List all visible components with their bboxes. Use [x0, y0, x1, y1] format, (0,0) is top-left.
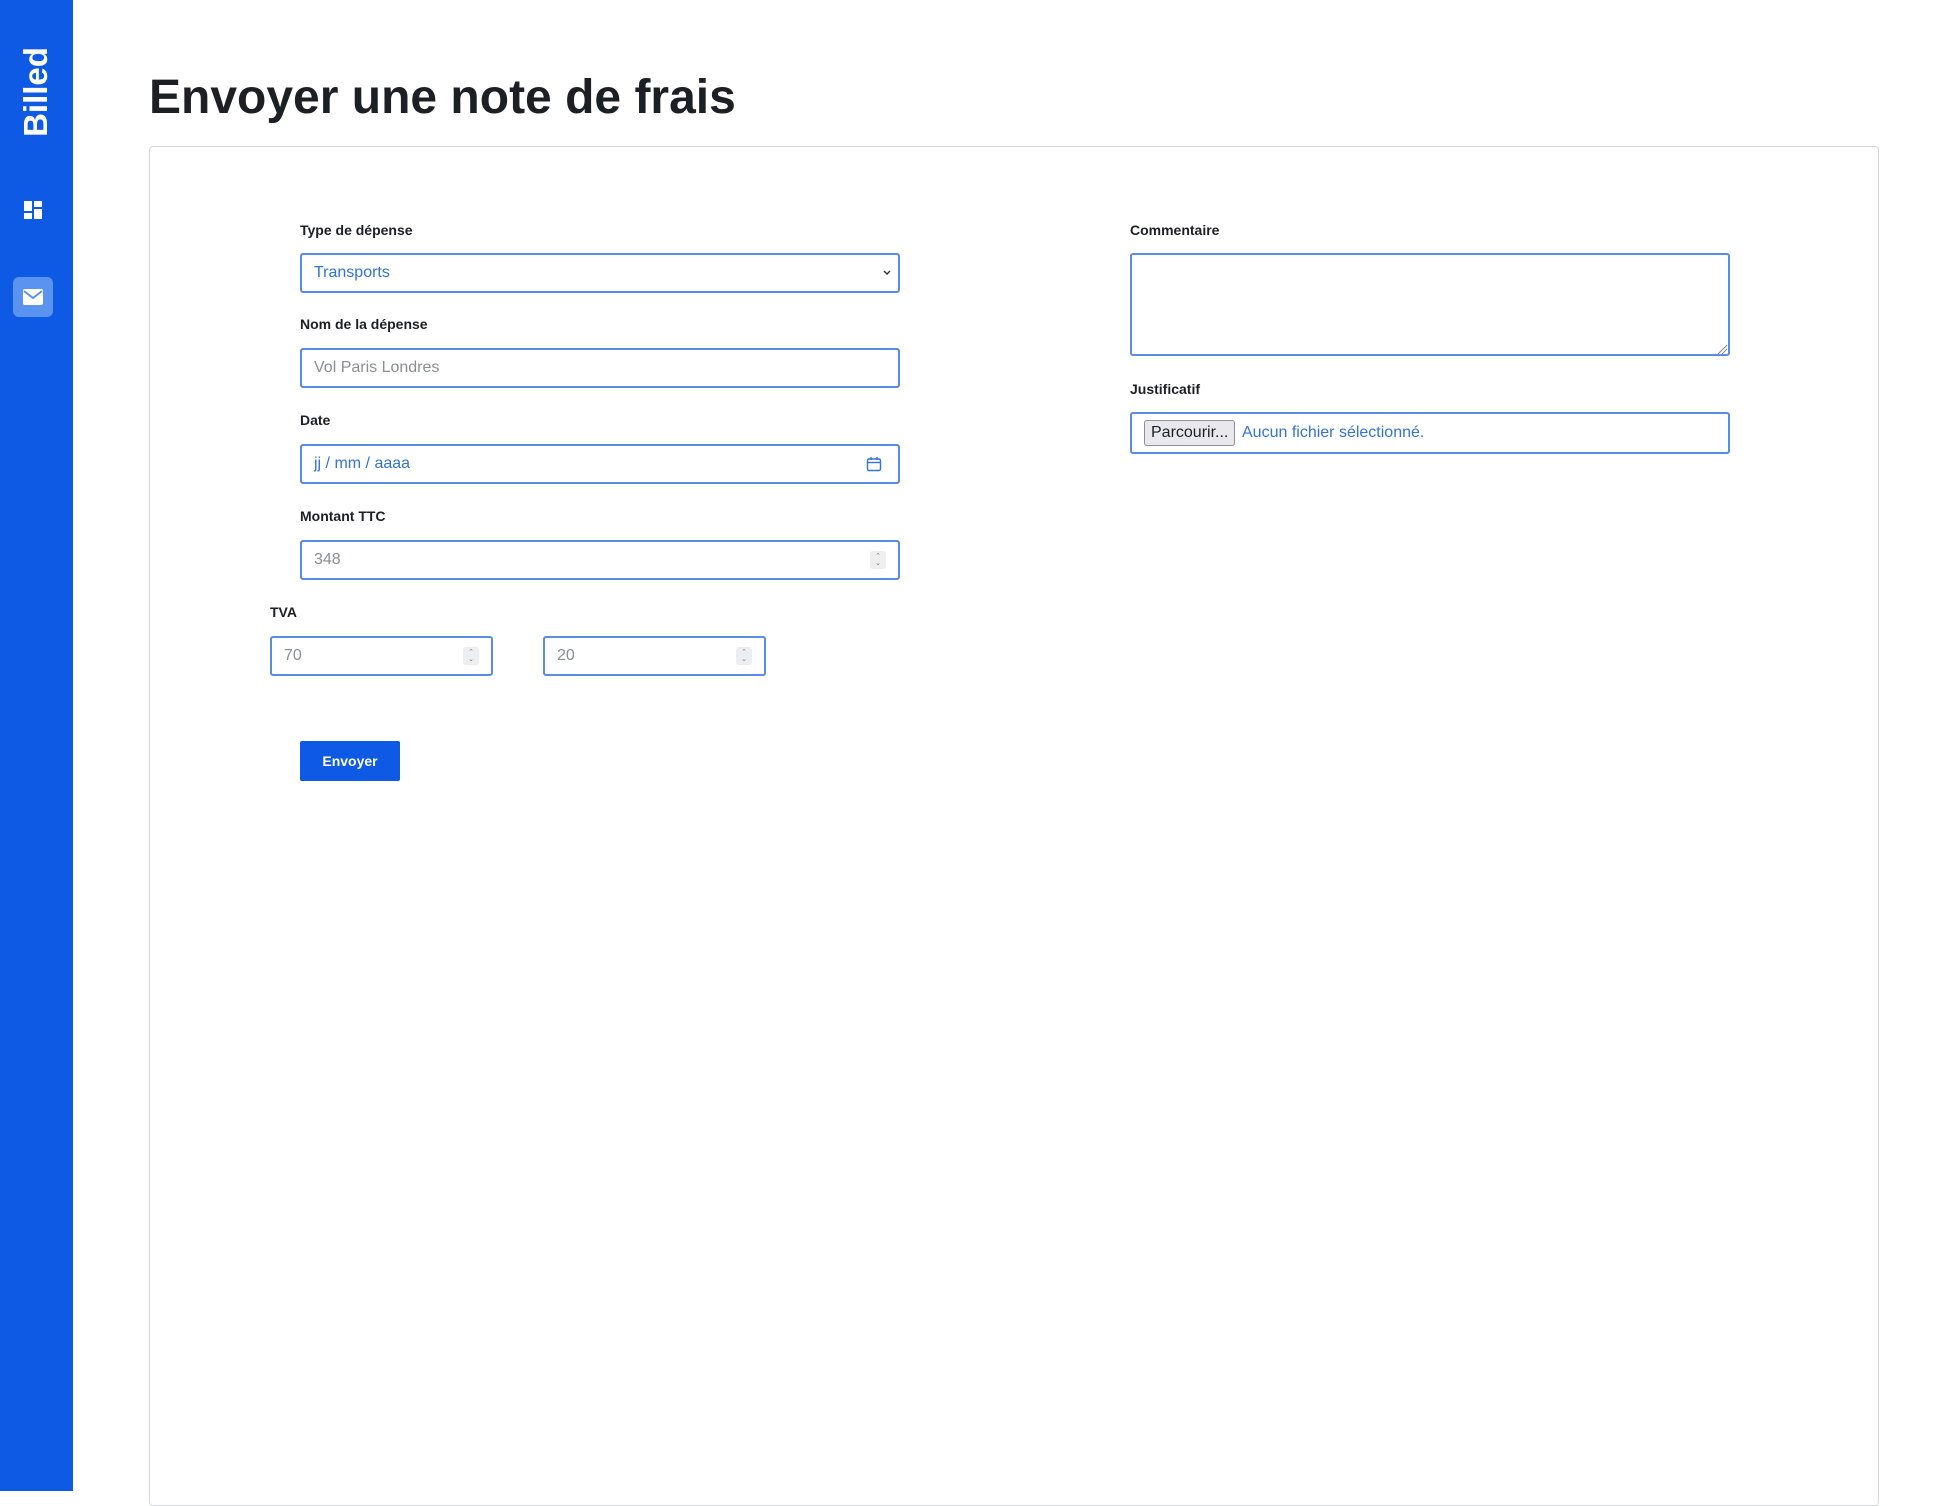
brand-name: Billed	[17, 47, 55, 137]
vat-percent-stepper[interactable]: ⌃ ⌄	[736, 647, 752, 665]
brand-logo: Billed	[13, 47, 59, 137]
vat-label: TVA	[270, 604, 297, 620]
expense-type-select[interactable]: Transports	[300, 253, 900, 293]
chevron-down-icon	[883, 270, 891, 275]
expense-name-input[interactable]: Vol Paris Londres	[300, 348, 900, 388]
date-placeholder: jj / mm / aaaa	[314, 455, 411, 472]
vat-percent-placeholder: 20	[557, 647, 575, 664]
resize-handle-icon[interactable]	[1716, 343, 1728, 355]
amount-stepper[interactable]: ⌃ ⌄	[870, 551, 886, 569]
vat-amount-input[interactable]: 70 ⌃ ⌄	[270, 636, 493, 676]
expense-type-label: Type de dépense	[300, 222, 413, 238]
expense-type-value: Transports	[314, 264, 390, 281]
receipt-file-input[interactable]: Parcourir... Aucun fichier sélectionné.	[1130, 412, 1730, 454]
amount-input[interactable]: 348 ⌃ ⌄	[300, 540, 900, 580]
expense-name-placeholder: Vol Paris Londres	[314, 359, 440, 376]
receipt-label: Justificatif	[1130, 381, 1201, 397]
vat-percent-input[interactable]: 20 ⌃ ⌄	[543, 636, 766, 676]
mail-icon[interactable]	[13, 277, 53, 317]
windows-icon[interactable]	[13, 190, 53, 230]
amount-placeholder: 348	[314, 551, 341, 568]
expense-name-label: Nom de la dépense	[300, 316, 428, 332]
date-input[interactable]: jj / mm / aaaa	[300, 444, 900, 484]
date-label: Date	[300, 412, 331, 428]
browse-button[interactable]: Parcourir...	[1144, 420, 1236, 446]
sidebar: Billed	[0, 0, 73, 1491]
vat-amount-stepper[interactable]: ⌃ ⌄	[463, 647, 479, 665]
vat-amount-placeholder: 70	[284, 647, 302, 664]
expense-form-card: Type de dépense Transports Nom de la dép…	[149, 146, 1879, 1506]
comment-label: Commentaire	[1130, 222, 1220, 238]
calendar-icon[interactable]	[866, 456, 882, 472]
submit-button[interactable]: Envoyer	[300, 741, 400, 781]
file-status-text: Aucun fichier sélectionné.	[1242, 424, 1425, 441]
page-title: Envoyer une note de frais	[149, 71, 736, 124]
comment-textarea[interactable]	[1130, 253, 1730, 356]
amount-label: Montant TTC	[300, 508, 386, 524]
